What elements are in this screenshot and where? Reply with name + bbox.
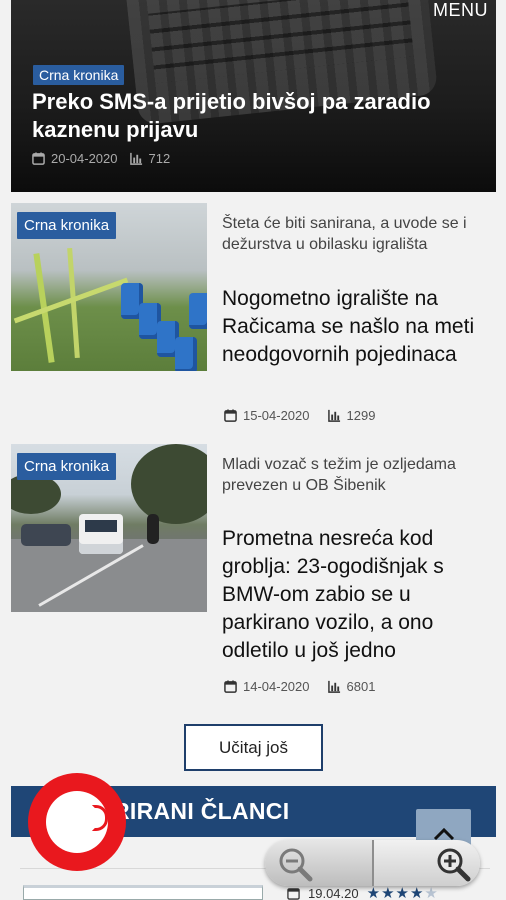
article-meta: 14-04-2020 6801 bbox=[224, 679, 375, 694]
list-item[interactable]: Crna kronika Mladi vozač s težim je ozlj… bbox=[11, 444, 496, 704]
category-badge[interactable]: Crna kronika bbox=[17, 453, 117, 480]
zoom-out-icon[interactable] bbox=[277, 846, 313, 882]
menu-button[interactable]: MENU bbox=[433, 0, 488, 21]
article-meta: 15-04-2020 1299 bbox=[224, 408, 375, 423]
star-filled-icon: ★ bbox=[366, 885, 382, 900]
hero-views: 712 bbox=[148, 151, 171, 166]
zoom-control bbox=[265, 840, 480, 886]
article-thumbnail[interactable]: Crna kronika bbox=[11, 444, 207, 612]
calendar-icon bbox=[32, 152, 45, 165]
article-date: 15-04-2020 bbox=[243, 408, 310, 423]
article-kicker: Šteta će biti sanirana, a uvode se i dež… bbox=[222, 215, 467, 253]
article-title[interactable]: Nogometno igralište na Račicama se našlo… bbox=[222, 285, 492, 369]
article-title[interactable]: Prometna nesreća kod groblja: 23-ogodišn… bbox=[222, 525, 492, 665]
section-title: RIRANI ČLANCI bbox=[113, 798, 290, 824]
list-item[interactable]: Crna kronika Šteta će biti sanirana, a u… bbox=[11, 203, 496, 433]
chevron-up-icon bbox=[433, 827, 454, 841]
calendar-icon bbox=[224, 409, 237, 422]
bar-chart-icon bbox=[327, 409, 340, 422]
load-more-button[interactable]: Učitaj još bbox=[184, 724, 323, 771]
star-filled-icon: ★ bbox=[409, 885, 425, 900]
article-kicker: Mladi vozač s težim je ozljedama preveze… bbox=[222, 456, 456, 494]
article-thumbnail[interactable] bbox=[23, 885, 263, 900]
article-views: 1299 bbox=[346, 408, 376, 423]
star-empty-icon: ★ bbox=[424, 885, 439, 900]
star-filled-icon: ★ bbox=[395, 885, 410, 900]
category-badge[interactable]: Crna kronika bbox=[17, 212, 117, 239]
rating-stars: ★★★★★ bbox=[367, 884, 439, 900]
article-date: 19.04.20 bbox=[308, 885, 359, 900]
article-thumbnail[interactable]: Crna kronika bbox=[11, 203, 207, 371]
hero-meta: 20-04-2020 712 bbox=[32, 151, 170, 166]
bar-chart-icon bbox=[327, 680, 340, 693]
bar-chart-icon bbox=[129, 152, 142, 165]
article-views: 6801 bbox=[346, 679, 376, 694]
calendar-icon bbox=[287, 887, 300, 900]
hero-date: 20-04-2020 bbox=[51, 151, 118, 166]
zoom-in-icon[interactable] bbox=[435, 846, 471, 882]
article-date: 14-04-2020 bbox=[243, 679, 310, 694]
calendar-icon bbox=[224, 680, 237, 693]
hero-article[interactable]: MENU Crna kronika Preko SMS-a prijetio b… bbox=[11, 0, 496, 192]
star-filled-icon: ★ bbox=[381, 885, 396, 900]
category-badge[interactable]: Crna kronika bbox=[33, 65, 125, 85]
article-meta: 19.04.20 ★★★★★ bbox=[287, 884, 439, 900]
hero-title[interactable]: Preko SMS-a prijetio bivšoj pa zaradio k… bbox=[32, 88, 482, 144]
